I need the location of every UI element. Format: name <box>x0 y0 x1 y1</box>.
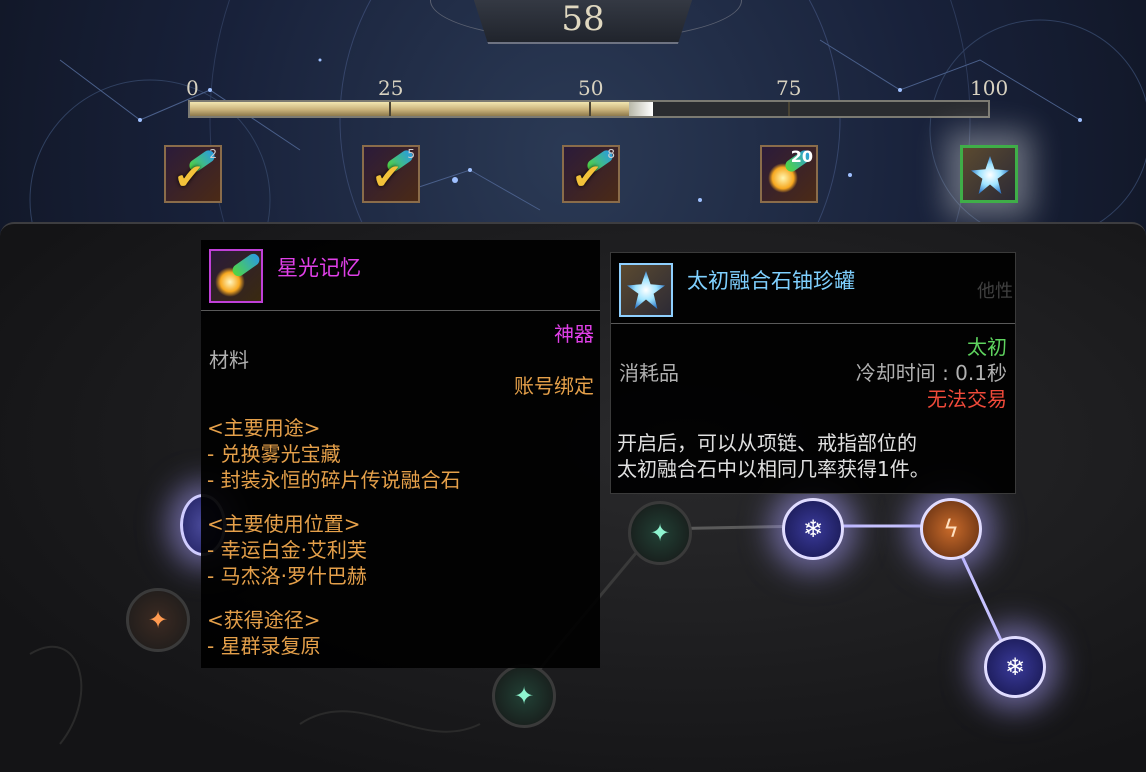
usage-line: - 兑换雾光宝藏 <box>207 442 341 466</box>
reward-count: 8 <box>607 147 615 161</box>
checkmark-icon: ✔ <box>572 157 603 198</box>
level-badge: 58 <box>470 0 696 44</box>
item-tooltip-starlight-memory: 星光记忆 神器 材料 账号绑定 <主要用途> - 兑换雾光宝藏 - 封装永恒的碎… <box>201 240 600 668</box>
reward-slot-5[interactable] <box>960 145 1018 203</box>
item-binding: 账号绑定 <box>514 374 594 398</box>
reward-count: 20 <box>790 147 813 166</box>
star-icon: ✦ <box>513 682 535 710</box>
partial-label: 他性 <box>977 281 1013 302</box>
location-line: - 幸运白金·艾利芙 <box>207 538 367 562</box>
item-description: 开启后，可以从项链、戒指部位的 <box>617 431 917 455</box>
reward-count: 5 <box>407 147 415 161</box>
item-trade-status: 无法交易 <box>927 387 1007 411</box>
checkmark-icon: ✔ <box>372 157 403 198</box>
constellation-node-active[interactable]: ❄ <box>984 636 1046 698</box>
constellation-node[interactable]: ✦ <box>628 501 692 565</box>
star-icon: ✦ <box>147 606 169 634</box>
progress-bar <box>188 100 990 118</box>
level-number: 58 <box>561 0 605 39</box>
snowflake-icon: ❄ <box>1004 653 1026 681</box>
location-line: - 马杰洛·罗什巴赫 <box>207 564 367 588</box>
progress-tick-0: 0 <box>186 76 199 100</box>
item-description: 太初融合石中以相同几率获得1件。 <box>617 457 930 481</box>
obtain-header: <获得途径> <box>207 608 321 632</box>
constellation-node-active[interactable]: ϟ <box>920 498 982 560</box>
reward-slot-3[interactable]: ✔ 8 <box>562 145 620 203</box>
item-rarity: 神器 <box>554 322 594 346</box>
lightning-icon: ϟ <box>943 515 959 543</box>
progress-divider <box>589 102 591 116</box>
constellation-node[interactable]: ✦ <box>126 588 190 652</box>
item-type: 材料 <box>209 348 249 372</box>
reward-count: 2 <box>209 147 217 161</box>
location-header: <主要使用位置> <box>207 512 361 536</box>
progress-bar-highlight <box>628 102 653 116</box>
progress-tick-50: 50 <box>578 76 604 100</box>
snowflake-icon: ❄ <box>802 515 824 543</box>
star-icon: ✦ <box>649 519 671 547</box>
progress-tick-25: 25 <box>378 76 404 100</box>
divider <box>611 323 1015 324</box>
progress-bar-fill <box>190 102 629 116</box>
starlight-memory-icon <box>209 249 263 303</box>
progress-tick-75: 75 <box>776 76 802 100</box>
obtain-line: - 星群录复原 <box>207 634 321 658</box>
usage-line: - 封装永恒的碎片传说融合石 <box>207 468 461 492</box>
reward-slot-4[interactable]: 20 <box>760 145 818 203</box>
primordial-crystal-icon <box>619 263 673 317</box>
progress-tick-100: 100 <box>970 76 1009 100</box>
checkmark-icon: ✔ <box>174 157 205 198</box>
usage-header: <主要用途> <box>207 416 321 440</box>
item-rarity: 太初 <box>967 335 1007 359</box>
item-tooltip-primordial-jar: 太初融合石铀珍罐 他性 太初 消耗品 冷却时间 : 0.1秒 无法交易 开启后，… <box>610 252 1016 494</box>
item-title: 太初融合石铀珍罐 <box>687 269 855 293</box>
constellation-node[interactable]: ✦ <box>492 664 556 728</box>
reward-slot-2[interactable]: ✔ 5 <box>362 145 420 203</box>
item-title: 星光记忆 <box>277 256 361 280</box>
primordial-crystal-icon <box>971 156 1009 194</box>
progress-divider <box>788 102 790 116</box>
reward-slot-1[interactable]: ✔ 2 <box>164 145 222 203</box>
progress-divider <box>389 102 391 116</box>
item-type: 消耗品 <box>619 361 679 385</box>
divider <box>201 310 600 311</box>
constellation-node-active[interactable]: ❄ <box>782 498 844 560</box>
item-cooldown: 冷却时间 : 0.1秒 <box>855 361 1007 385</box>
